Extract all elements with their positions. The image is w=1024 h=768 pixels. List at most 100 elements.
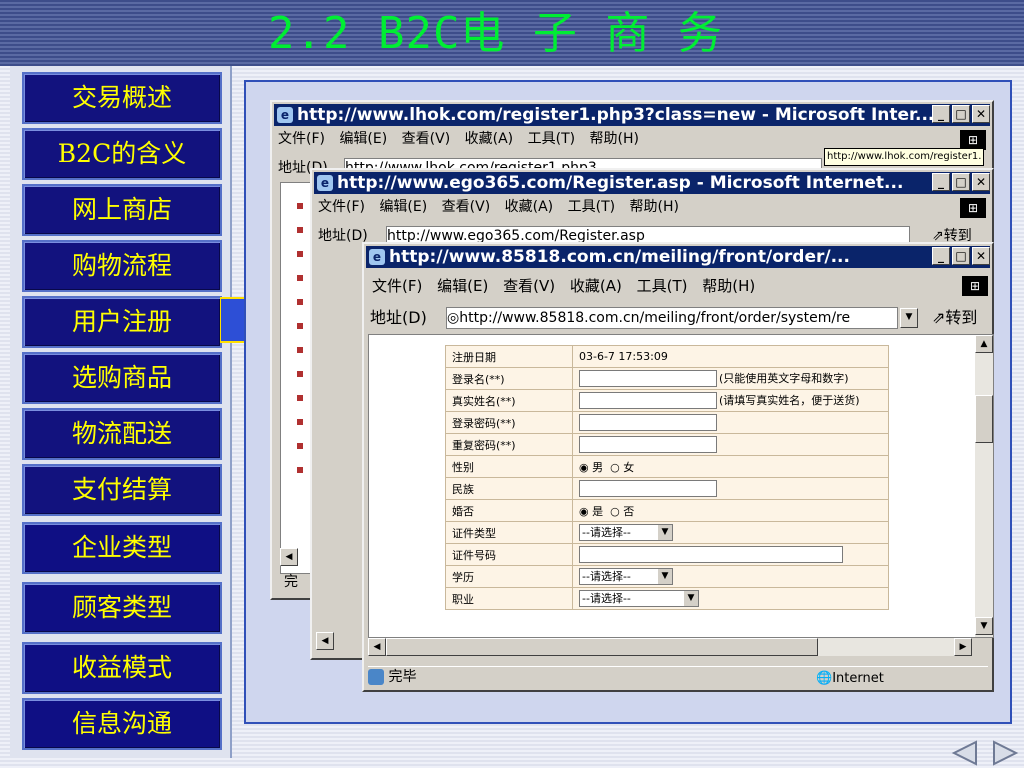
field-label: 职业 bbox=[445, 587, 573, 610]
scroll-left-button[interactable]: ◀ bbox=[368, 638, 386, 656]
table-row: 学历 --请选择-- ▼ bbox=[445, 565, 889, 588]
window-titlebar: e http://www.ego365.com/Register.asp - Mi… bbox=[314, 172, 990, 194]
field-label: 性别 bbox=[445, 455, 573, 478]
ie-icon: e bbox=[277, 107, 293, 123]
table-row: 婚否 ◉ 是 ○ 否 bbox=[445, 499, 889, 522]
job-select[interactable]: --请选择-- ▼ bbox=[579, 590, 699, 607]
window-titlebar: e http://www.85818.com.cn/meiling/front/o… bbox=[366, 246, 990, 268]
status-text: 完 bbox=[284, 574, 298, 590]
menu-view[interactable]: 查看(V) bbox=[503, 277, 555, 295]
vertical-scrollbar[interactable]: ▲ ▼ bbox=[975, 335, 993, 637]
window-title: http://www.ego365.com/Register.asp - Mic… bbox=[337, 173, 904, 193]
maximize-button[interactable]: □ bbox=[952, 173, 970, 191]
nav-enterprise-type[interactable]: 企业类型 bbox=[22, 522, 222, 574]
go-button[interactable]: ⇗转到 bbox=[932, 308, 977, 328]
scroll-down-button[interactable]: ▼ bbox=[975, 617, 993, 635]
nav-logistics[interactable]: 物流配送 bbox=[22, 408, 222, 460]
nav-online-store[interactable]: 网上商店 bbox=[22, 184, 222, 236]
minimize-button[interactable]: _ bbox=[932, 247, 950, 265]
hscroll-thumb[interactable] bbox=[386, 638, 818, 656]
menu-favorites[interactable]: 收藏(A) bbox=[570, 277, 622, 295]
table-row: 证件类型 --请选择-- ▼ bbox=[445, 521, 889, 544]
gender-male-radio[interactable]: ◉ 男 bbox=[579, 461, 603, 474]
gender-female-radio[interactable]: ○ 女 bbox=[610, 461, 634, 474]
page-content: 注册日期 03-6-7 17:53:09 登录名(**) (只能使用英文字母和数字)… bbox=[368, 334, 994, 638]
address-dropdown-button[interactable]: ▼ bbox=[900, 308, 918, 328]
minimize-button[interactable]: _ bbox=[932, 173, 950, 191]
next-slide-icon[interactable] bbox=[990, 740, 1020, 766]
nav-select-goods[interactable]: 选购商品 bbox=[22, 352, 222, 404]
nav-revenue-model[interactable]: 收益模式 bbox=[22, 642, 222, 694]
menu-edit[interactable]: 编辑(E) bbox=[339, 131, 387, 147]
windows-logo-icon: ⊞ bbox=[960, 198, 986, 218]
nav-info-communication[interactable]: 信息沟通 bbox=[22, 698, 222, 750]
idtype-select[interactable]: --请选择-- ▼ bbox=[579, 524, 673, 541]
married-no-radio[interactable]: ○ 否 bbox=[610, 505, 634, 518]
address-input[interactable]: ◎http://www.85818.com.cn/meiling/front/o… bbox=[446, 307, 898, 329]
horizontal-scrollbar[interactable]: ◀ ▶ bbox=[368, 638, 972, 656]
table-row: 职业 --请选择-- ▼ bbox=[445, 587, 889, 610]
nation-input[interactable] bbox=[579, 480, 717, 497]
close-button[interactable]: ✕ bbox=[972, 105, 990, 123]
password-input[interactable] bbox=[579, 414, 717, 431]
previous-slide-icon[interactable] bbox=[950, 740, 980, 766]
menu-help[interactable]: 帮助(H) bbox=[702, 277, 755, 295]
scroll-right-button[interactable]: ▶ bbox=[954, 638, 972, 656]
menu-edit[interactable]: 编辑(E) bbox=[437, 277, 488, 295]
scroll-thumb[interactable] bbox=[975, 395, 993, 443]
close-button[interactable]: ✕ bbox=[972, 247, 990, 265]
nav-payment[interactable]: 支付结算 bbox=[22, 464, 222, 516]
window-title: http://www.lhok.com/register1.php3?class… bbox=[297, 105, 935, 125]
married-yes-radio[interactable]: ◉ 是 bbox=[579, 505, 603, 518]
menu-file[interactable]: 文件(F) bbox=[372, 277, 422, 295]
window-titlebar: e http://www.lhok.com/register1.php3?clas… bbox=[274, 104, 990, 126]
menu-help[interactable]: 帮助(H) bbox=[590, 131, 639, 147]
menu-file[interactable]: 文件(F) bbox=[278, 131, 325, 147]
field-label: 真实姓名(**) bbox=[445, 389, 573, 412]
scroll-up-button[interactable]: ▲ bbox=[975, 335, 993, 353]
table-row: 重复密码(**) bbox=[445, 433, 889, 456]
ie-icon: e bbox=[317, 175, 333, 191]
field-hint: (请填写真实姓名，便于送货) bbox=[719, 393, 860, 407]
date-value: 03-6-7 17:53:09 bbox=[572, 345, 889, 368]
page-icon: ◎ bbox=[447, 310, 460, 326]
menu-file[interactable]: 文件(F) bbox=[318, 199, 365, 215]
login-input[interactable] bbox=[579, 370, 717, 388]
menu-view[interactable]: 查看(V) bbox=[402, 131, 451, 147]
windows-logo-icon: ⊞ bbox=[960, 130, 986, 150]
close-button[interactable]: ✕ bbox=[972, 173, 990, 191]
table-row: 性别 ◉ 男 ○ 女 bbox=[445, 455, 889, 478]
menu-bar: 文件(F) 编辑(E) 查看(V) 收藏(A) 工具(T) 帮助(H) bbox=[372, 276, 765, 296]
maximize-button[interactable]: □ bbox=[952, 247, 970, 265]
idnum-input[interactable] bbox=[579, 546, 843, 563]
scroll-left-button[interactable]: ◀ bbox=[280, 548, 298, 566]
menu-edit[interactable]: 编辑(E) bbox=[379, 199, 427, 215]
menu-tools[interactable]: 工具(T) bbox=[528, 131, 575, 147]
nav-customer-type[interactable]: 顾客类型 bbox=[22, 582, 222, 634]
nav-jiaoyi-gaishu[interactable]: 交易概述 bbox=[22, 72, 222, 124]
realname-input[interactable] bbox=[579, 392, 717, 410]
menu-tools[interactable]: 工具(T) bbox=[637, 277, 688, 295]
address-label: 地址(D) bbox=[370, 308, 427, 327]
ie-done-icon bbox=[368, 669, 384, 685]
status-bar: 完毕 🌐Internet bbox=[368, 666, 988, 689]
field-label: 证件号码 bbox=[445, 543, 573, 566]
field-label: 注册日期 bbox=[445, 345, 573, 368]
education-select[interactable]: --请选择-- ▼ bbox=[579, 568, 673, 585]
status-text: 完毕 bbox=[388, 669, 417, 685]
menu-help[interactable]: 帮助(H) bbox=[630, 199, 679, 215]
maximize-button[interactable]: □ bbox=[952, 105, 970, 123]
scroll-left-button[interactable]: ◀ bbox=[316, 632, 334, 650]
nav-user-registration[interactable]: 用户注册 bbox=[22, 296, 222, 348]
table-row: 真实姓名(**) (请填写真实姓名，便于送货) bbox=[445, 389, 889, 412]
menu-favorites[interactable]: 收藏(A) bbox=[465, 131, 514, 147]
nav-shopping-flow[interactable]: 购物流程 bbox=[22, 240, 222, 292]
password-confirm-input[interactable] bbox=[579, 436, 717, 453]
menu-view[interactable]: 查看(V) bbox=[442, 199, 491, 215]
menu-favorites[interactable]: 收藏(A) bbox=[505, 199, 554, 215]
minimize-button[interactable]: _ bbox=[932, 105, 950, 123]
page-text-fragment bbox=[297, 185, 303, 485]
menu-tools[interactable]: 工具(T) bbox=[568, 199, 615, 215]
address-label: 地址(D) bbox=[318, 228, 368, 244]
nav-b2c-meaning[interactable]: B2C的含义 bbox=[22, 128, 222, 180]
